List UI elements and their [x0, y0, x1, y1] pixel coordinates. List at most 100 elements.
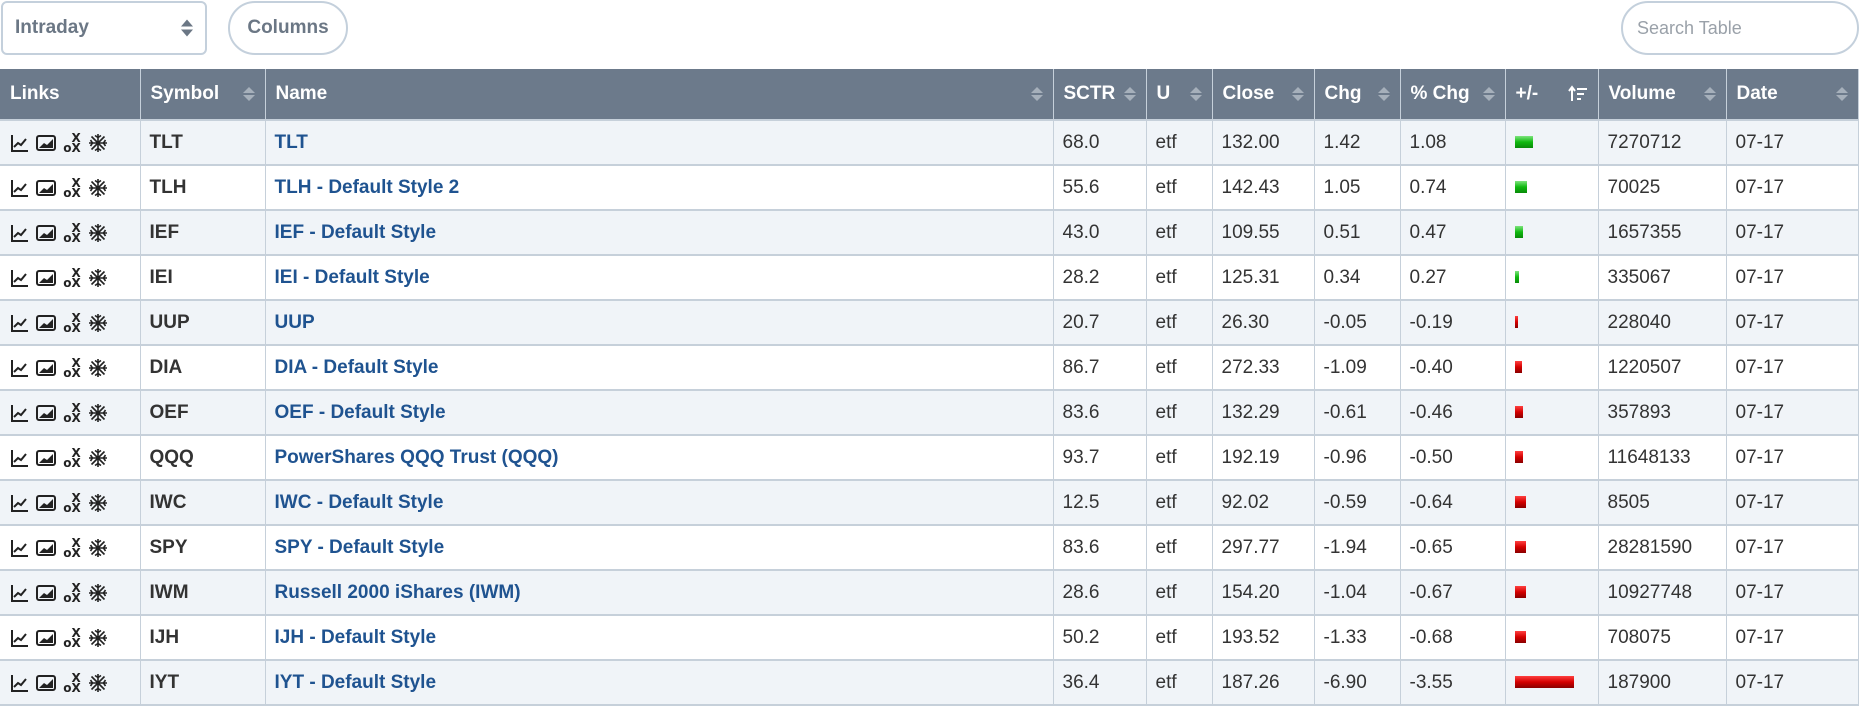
seasonality-icon[interactable] — [87, 357, 109, 379]
line-chart-icon[interactable] — [9, 132, 31, 154]
sctr-cell: 83.6 — [1053, 525, 1147, 571]
column-header-close[interactable]: Close — [1212, 69, 1315, 121]
area-chart-icon[interactable] — [35, 357, 57, 379]
symbol-name-link[interactable]: IEI - Default Style — [275, 267, 430, 288]
line-chart-icon[interactable] — [9, 447, 31, 469]
symbol-name-link[interactable]: SPY - Default Style — [275, 537, 445, 558]
seasonality-icon[interactable] — [87, 177, 109, 199]
line-chart-icon[interactable] — [9, 492, 31, 514]
sort-icon[interactable] — [1189, 87, 1202, 101]
seasonality-icon[interactable] — [87, 312, 109, 334]
area-chart-icon[interactable] — [35, 132, 57, 154]
area-chart-icon[interactable] — [35, 627, 57, 649]
symbol-name-link[interactable]: IWC - Default Style — [275, 492, 444, 513]
area-chart-icon[interactable] — [35, 672, 57, 694]
sctr-cell: 28.2 — [1053, 255, 1147, 301]
line-chart-icon[interactable] — [9, 672, 31, 694]
column-header-plus-minus[interactable]: +/- — [1505, 69, 1599, 121]
seasonality-icon[interactable] — [87, 582, 109, 604]
area-chart-icon[interactable] — [35, 177, 57, 199]
close-cell: 297.77 — [1212, 525, 1315, 571]
line-chart-icon[interactable] — [9, 312, 31, 334]
point-and-figure-icon[interactable]: XoX — [61, 627, 83, 649]
links-cell: XoX — [0, 525, 141, 571]
seasonality-icon[interactable] — [87, 672, 109, 694]
seasonality-icon[interactable] — [87, 402, 109, 424]
columns-button[interactable]: Columns — [228, 1, 348, 55]
column-header-symbol[interactable]: Symbol — [140, 69, 266, 121]
seasonality-icon[interactable] — [87, 267, 109, 289]
column-header-volume[interactable]: Volume — [1598, 69, 1727, 121]
sort-icon[interactable] — [1835, 87, 1848, 101]
seasonality-icon[interactable] — [87, 537, 109, 559]
area-chart-icon[interactable] — [35, 537, 57, 559]
line-chart-icon[interactable] — [9, 357, 31, 379]
line-chart-icon[interactable] — [9, 537, 31, 559]
line-chart-icon[interactable] — [9, 177, 31, 199]
symbol-name-link[interactable]: OEF - Default Style — [275, 402, 446, 423]
sort-icon[interactable] — [1703, 87, 1716, 101]
close-cell: 154.20 — [1212, 570, 1315, 616]
point-and-figure-icon[interactable]: XoX — [61, 357, 83, 379]
sort-icon[interactable] — [1291, 87, 1304, 101]
sort-icon[interactable] — [1030, 87, 1043, 101]
point-and-figure-icon[interactable]: XoX — [61, 402, 83, 424]
symbol-name-link[interactable]: DIA - Default Style — [275, 357, 439, 378]
area-chart-icon[interactable] — [35, 492, 57, 514]
symbol-name-link[interactable]: UUP — [275, 312, 315, 333]
area-chart-icon[interactable] — [35, 402, 57, 424]
seasonality-icon[interactable] — [87, 132, 109, 154]
area-chart-icon[interactable] — [35, 267, 57, 289]
seasonality-icon[interactable] — [87, 222, 109, 244]
line-chart-icon[interactable] — [9, 582, 31, 604]
sort-icon[interactable] — [1377, 87, 1390, 101]
u-cell: etf — [1146, 570, 1213, 616]
symbol-name-link[interactable]: TLH - Default Style 2 — [275, 177, 460, 198]
line-chart-icon[interactable] — [9, 267, 31, 289]
chart-links: XoX — [9, 132, 131, 154]
point-and-figure-icon[interactable]: XoX — [61, 132, 83, 154]
chg-cell: -6.90 — [1314, 660, 1401, 706]
symbol-name-link[interactable]: PowerShares QQQ Trust (QQQ) — [275, 447, 559, 468]
line-chart-icon[interactable] — [9, 627, 31, 649]
column-header-sctr[interactable]: SCTR — [1053, 69, 1147, 121]
sort-icon[interactable] — [1482, 87, 1495, 101]
point-and-figure-icon[interactable]: XoX — [61, 672, 83, 694]
point-and-figure-icon[interactable]: XoX — [61, 177, 83, 199]
line-chart-icon[interactable] — [9, 222, 31, 244]
sctr-cell: 86.7 — [1053, 345, 1147, 391]
column-header-name[interactable]: Name — [265, 69, 1054, 121]
table-header-row: Links Symbol Name SCTR U Close Chg % Chg +/- Volu… — [0, 69, 1859, 121]
symbol-name-link[interactable]: TLT — [275, 132, 308, 153]
point-and-figure-icon[interactable]: XoX — [61, 447, 83, 469]
symbol-name-link[interactable]: IYT - Default Style — [275, 672, 437, 693]
seasonality-icon[interactable] — [87, 627, 109, 649]
point-and-figure-icon[interactable]: XoX — [61, 312, 83, 334]
sort-icon[interactable] — [1123, 87, 1136, 101]
point-and-figure-icon[interactable]: XoX — [61, 492, 83, 514]
close-cell: 132.00 — [1212, 120, 1315, 166]
point-and-figure-icon[interactable]: XoX — [61, 537, 83, 559]
column-header-date[interactable]: Date — [1726, 69, 1859, 121]
area-chart-icon[interactable] — [35, 312, 57, 334]
area-chart-icon[interactable] — [35, 582, 57, 604]
column-header-pct-chg[interactable]: % Chg — [1400, 69, 1506, 121]
line-chart-icon[interactable] — [9, 402, 31, 424]
point-and-figure-icon[interactable]: XoX — [61, 582, 83, 604]
column-header-chg[interactable]: Chg — [1314, 69, 1401, 121]
area-chart-icon[interactable] — [35, 447, 57, 469]
column-header-u[interactable]: U — [1146, 69, 1213, 121]
search-table-input[interactable] — [1621, 1, 1859, 55]
symbol-name-link[interactable]: Russell 2000 iShares (IWM) — [275, 582, 521, 603]
seasonality-icon[interactable] — [87, 447, 109, 469]
point-and-figure-icon[interactable]: XoX — [61, 267, 83, 289]
symbol-name-link[interactable]: IJH - Default Style — [275, 627, 437, 648]
symbol-name-link[interactable]: IEF - Default Style — [275, 222, 437, 243]
period-select[interactable]: Intraday — [1, 1, 207, 55]
point-and-figure-icon[interactable]: XoX — [61, 222, 83, 244]
area-chart-icon[interactable] — [35, 222, 57, 244]
seasonality-icon[interactable] — [87, 492, 109, 514]
sort-icon[interactable] — [242, 87, 255, 101]
sort-descending-icon[interactable] — [1567, 84, 1588, 104]
links-cell: XoX — [0, 615, 141, 661]
